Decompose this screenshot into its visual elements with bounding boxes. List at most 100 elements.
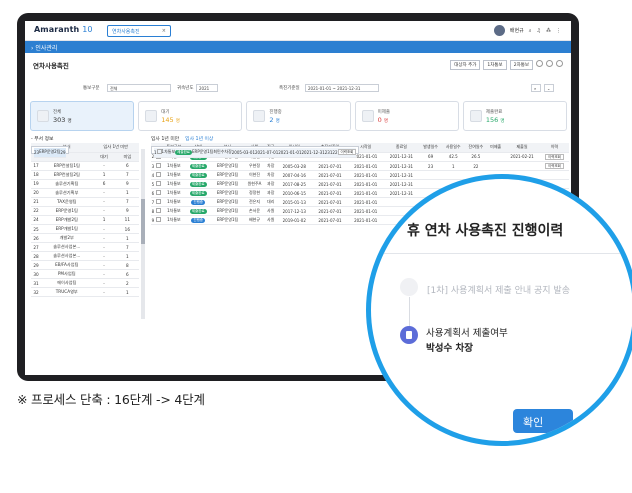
- open-tab[interactable]: 연차사용촉진 ×: [107, 25, 171, 37]
- dept-cell: 24: [31, 215, 42, 225]
- employee-cell: ERP운영1팀: [192, 148, 214, 158]
- col-waiting[interactable]: 대기: [92, 152, 116, 162]
- scroll-thumb[interactable]: [141, 199, 145, 244]
- dept-cell: 26: [31, 233, 42, 243]
- dept-row[interactable]: 27 솔루션사업본... -7: [31, 242, 139, 252]
- employee-col-header[interactable]: 종료일: [383, 143, 420, 153]
- employee-cell: 2015-01-13: [276, 197, 313, 207]
- dept-row[interactable]: 30 PM사업팀 -6: [31, 269, 139, 279]
- nav-section[interactable]: 인사관리: [35, 45, 57, 52]
- dept-row[interactable]: 23 ERP운영2팀 2 9: [31, 146, 69, 158]
- doc-icon: [145, 110, 158, 122]
- dept-cell: -: [92, 197, 116, 207]
- dept-row[interactable]: 26 개발2부 -1: [31, 233, 139, 243]
- row-checkbox[interactable]: [154, 215, 163, 225]
- dept-scrollbar[interactable]: [141, 149, 145, 319]
- employee-row[interactable]: 1 1차통보 제출완료 ERP운영1팀 최민수 차장 2005-03-01 2021-07-0…: [151, 146, 360, 158]
- more-icon[interactable]: ⋮: [556, 28, 561, 34]
- share-icon[interactable]: [556, 60, 563, 67]
- employee-col-header[interactable]: 제출일: [504, 143, 540, 153]
- status-badge: 제출완료: [189, 173, 207, 178]
- employee-cell: 차장: [224, 148, 232, 158]
- employee-cell: 2021-01-01: [347, 161, 384, 171]
- add-target-button[interactable]: 대상자 추가: [450, 60, 481, 70]
- employee-col-header[interactable]: 이력: [539, 143, 569, 153]
- dept-cell: PM사업팀: [41, 269, 93, 279]
- card-submitted[interactable]: 제출완료 156 명: [462, 101, 568, 131]
- card-waiting[interactable]: 대기 145 명: [138, 101, 243, 131]
- employee-col-header[interactable]: 잔여일수: [464, 143, 488, 153]
- dept-cell: 8: [115, 260, 139, 270]
- dept-row[interactable]: 17 ERP컨설팅1팀 -6: [31, 161, 139, 171]
- employee-cell: 1차통보: [162, 179, 186, 189]
- dept-cell: 개발2부: [41, 233, 93, 243]
- settings-icon[interactable]: [546, 60, 553, 67]
- dept-row[interactable]: 20 솔루션기획부 -1: [31, 188, 139, 198]
- confirm-button[interactable]: 확인: [513, 409, 573, 433]
- row-checkbox[interactable]: [154, 170, 163, 180]
- first-notice-button[interactable]: 1차통보: [483, 60, 507, 70]
- employee-cell: 2021-01-01: [347, 215, 384, 225]
- card-unsubmitted[interactable]: 미제출 0 명: [354, 101, 459, 131]
- dept-row[interactable]: 32 TRUCA영부 -1: [31, 287, 139, 297]
- employee-col-header[interactable]: 사용일수: [441, 143, 465, 153]
- org-icon[interactable]: ⁂: [546, 28, 551, 34]
- period-label: 촉진기준일: [279, 86, 300, 91]
- status-badge: 진행중: [191, 218, 206, 223]
- expand-button[interactable]: ⌄: [544, 84, 554, 92]
- tab-under-1y[interactable]: 입사 1년 미만: [151, 137, 179, 142]
- doc-icon: [253, 110, 266, 122]
- search-icon[interactable]: ⌕: [529, 28, 532, 34]
- employee-cell: [419, 170, 442, 180]
- employee-cell: 2021-12-31: [383, 170, 420, 180]
- dept-cell: 솔루션사업본...: [41, 242, 93, 252]
- dept-row[interactable]: 25 ERP개발1팀 -16: [31, 224, 139, 234]
- year-select[interactable]: 2021: [196, 84, 218, 92]
- employee-cell: 2021-07-01: [312, 188, 348, 198]
- employee-cell: 1차통보: [162, 206, 186, 216]
- employee-cell: 2021-12-31: [301, 148, 325, 158]
- org-select[interactable]: 전체: [107, 84, 171, 92]
- dept-row[interactable]: 28 솔루션사업본... -1: [31, 251, 139, 261]
- employee-cell: 1차통보: [162, 197, 186, 207]
- dept-row[interactable]: 31 에이사업팀 -2: [31, 278, 139, 288]
- close-tab-icon[interactable]: ×: [162, 28, 166, 34]
- user-name[interactable]: 배현규: [510, 27, 524, 34]
- history-button[interactable]: 이력조회: [545, 163, 564, 169]
- dept-row[interactable]: 18 ERP컨설팅2팀 1 7: [31, 170, 139, 180]
- second-notice-button[interactable]: 2차통보: [509, 60, 533, 70]
- card-total[interactable]: 전체 303 명: [30, 101, 135, 131]
- row-checkbox[interactable]: [154, 197, 163, 207]
- employee-row[interactable]: 3 1차통보 제출완료 ERP운영1팀 우현정 차장 2005-03-28 2021-07-0…: [151, 161, 569, 171]
- popup-divider: [371, 253, 632, 254]
- dept-row[interactable]: 24 ERP개발2팀 1 11: [31, 215, 139, 225]
- dept-row[interactable]: 22 ERP운영1팀 -9: [31, 206, 139, 216]
- employee-cell: ERP운영1팀: [211, 161, 244, 171]
- tab-over-1y[interactable]: 입사 1년 이상: [185, 137, 213, 142]
- dept-row[interactable]: 19 솔루션기획팀 6 9: [31, 179, 139, 189]
- employee-cell: 22: [464, 161, 488, 171]
- bell-icon[interactable]: ♫: [537, 28, 541, 34]
- avatar[interactable]: [493, 25, 505, 36]
- help-icon[interactable]: [536, 60, 543, 67]
- period-field[interactable]: 2021-01-01 ~ 2021-12-31: [305, 84, 379, 92]
- row-checkbox[interactable]: [154, 188, 163, 198]
- search-button[interactable]: ⌕: [531, 84, 541, 92]
- toolbar: 대상자 추가 1차통보 2차통보: [450, 60, 563, 70]
- row-checkbox[interactable]: [154, 161, 163, 171]
- row-checkbox[interactable]: [154, 179, 163, 189]
- dept-cell: 1: [92, 215, 116, 225]
- row-checkbox[interactable]: [154, 206, 163, 216]
- history-button[interactable]: 이력조회: [545, 153, 564, 160]
- col-unsubmitted[interactable]: 미입: [115, 152, 139, 162]
- card-progress[interactable]: 진행중 2 명: [246, 101, 351, 131]
- dept-cell: 7: [115, 170, 139, 180]
- dept-row[interactable]: 21 TAX운영팀 -7: [31, 197, 139, 207]
- employee-col-header[interactable]: 미제출: [487, 143, 505, 153]
- dept-row[interactable]: 29 EB/FA사업팀 -8: [31, 260, 139, 270]
- dept-cell: -: [92, 233, 116, 243]
- employee-col-header[interactable]: 발생일수: [419, 143, 442, 153]
- employee-cell: 1차통보: [162, 188, 186, 198]
- history-button[interactable]: 이력조회: [337, 149, 357, 156]
- doc-icon: [469, 110, 482, 122]
